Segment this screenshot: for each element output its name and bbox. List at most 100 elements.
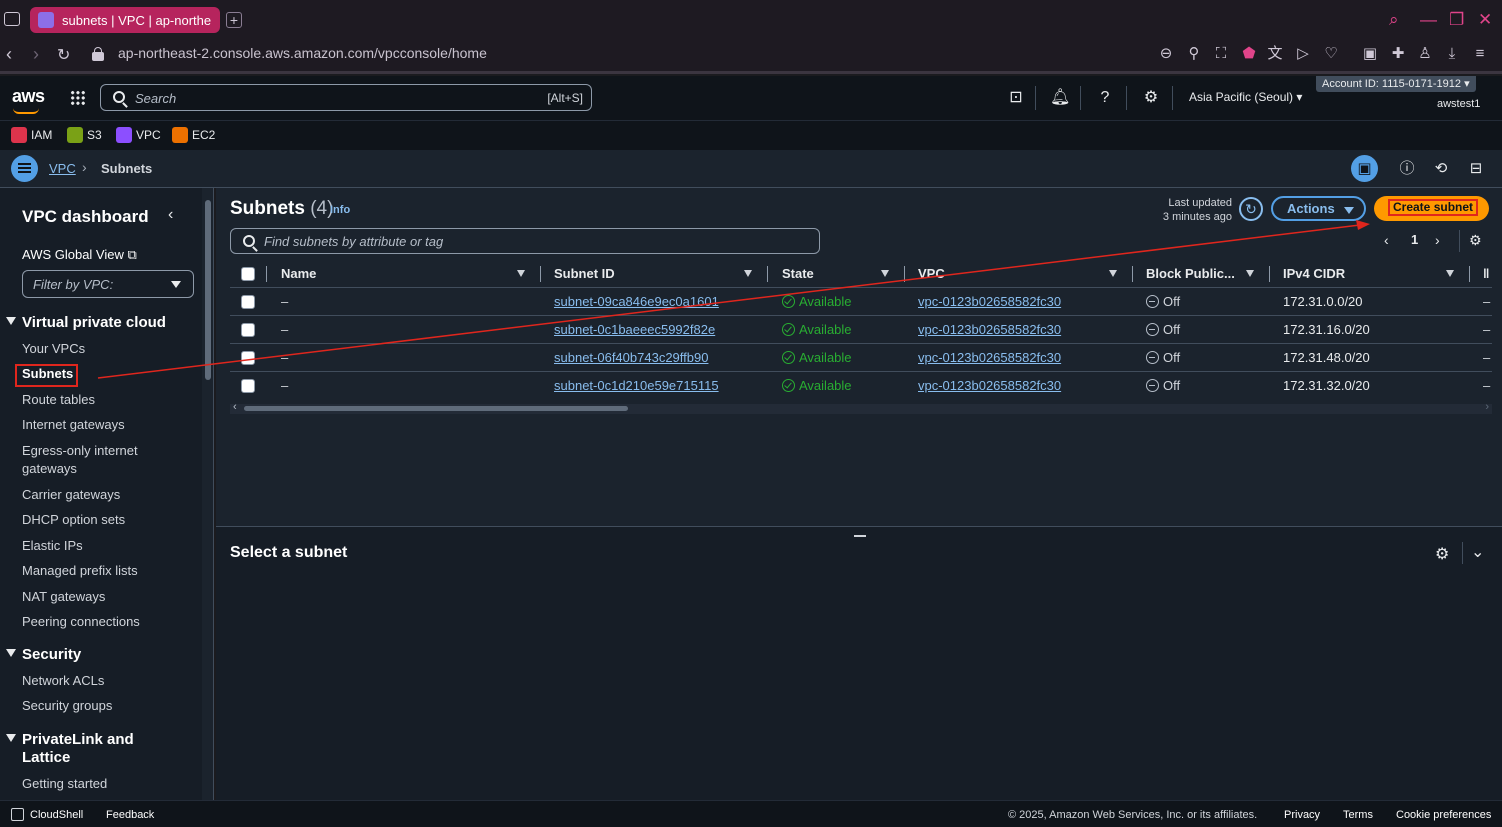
favorite-icon[interactable]: ♡: [1322, 45, 1340, 63]
feedback-link[interactable]: Feedback: [106, 809, 154, 821]
section-virtual-private-cloud[interactable]: Virtual private cloud: [6, 314, 166, 332]
forward-icon[interactable]: ›: [33, 44, 39, 65]
table-row[interactable]: – subnet-0c1d210e59e715115 Available vpc…: [230, 372, 1492, 400]
recent-icon[interactable]: ⟲: [1430, 158, 1452, 180]
reload-icon[interactable]: ↻: [57, 45, 70, 65]
scroll-left-icon[interactable]: ‹: [233, 401, 237, 413]
translate-icon[interactable]: 文: [1266, 45, 1284, 63]
sidebar-item-egress-only-gateways[interactable]: Egress-only internet gateways: [22, 442, 192, 478]
privacy-link[interactable]: Privacy: [1284, 809, 1320, 821]
notion-icon[interactable]: ▣: [1361, 45, 1379, 63]
breadcrumb-vpc-link[interactable]: VPC: [49, 161, 76, 176]
pocket-icon[interactable]: ⬟: [1240, 45, 1258, 63]
sidebar-item-internet-gateways[interactable]: Internet gateways: [22, 416, 192, 434]
cell-vpc-link[interactable]: vpc-0123b02658582fc30: [918, 350, 1061, 365]
cell-subnet-id-link[interactable]: subnet-06f40b743c29ffb90: [554, 350, 708, 365]
tab-actions-icon[interactable]: [4, 12, 20, 26]
notifications-icon[interactable]: 🔔︎: [1050, 88, 1070, 108]
restore-icon[interactable]: ❐: [1449, 10, 1464, 30]
row-checkbox[interactable]: [241, 379, 255, 393]
sort-icon[interactable]: [517, 270, 525, 277]
download-icon[interactable]: ⤓: [1443, 45, 1461, 63]
services-grid-icon[interactable]: [70, 90, 86, 106]
zoom-icon[interactable]: ⊖: [1157, 45, 1175, 63]
sort-icon[interactable]: [1246, 270, 1254, 277]
row-checkbox[interactable]: [241, 295, 255, 309]
minimize-icon[interactable]: —: [1420, 10, 1437, 30]
browser-search-icon[interactable]: ⌕: [1389, 10, 1399, 30]
sidebar-item-dhcp-option-sets[interactable]: DHCP option sets: [22, 511, 192, 529]
refresh-button[interactable]: ↻: [1239, 197, 1263, 221]
table-row[interactable]: – subnet-0c1baeeec5992f82e Available vpc…: [230, 316, 1492, 344]
user-menu[interactable]: awstest1: [1437, 98, 1480, 110]
sidebar-item-getting-started[interactable]: Getting started: [22, 775, 192, 793]
close-window-icon[interactable]: ✕: [1478, 10, 1492, 30]
column-divider[interactable]: [767, 266, 768, 282]
help-icon[interactable]: ?: [1095, 88, 1115, 108]
navigation-menu-icon[interactable]: [11, 155, 38, 182]
play-icon[interactable]: ▷: [1294, 45, 1312, 63]
sort-icon[interactable]: [1446, 270, 1454, 277]
info-link[interactable]: Info: [330, 204, 350, 216]
previous-page-icon[interactable]: ‹: [1384, 232, 1389, 248]
sidebar-item-carrier-gateways[interactable]: Carrier gateways: [22, 486, 192, 504]
cell-subnet-id-link[interactable]: subnet-0c1baeeec5992f82e: [554, 322, 715, 337]
table-row[interactable]: – subnet-09ca846e9ec0a1601 Available vpc…: [230, 288, 1492, 316]
cloudshell-link[interactable]: CloudShell: [30, 809, 83, 821]
scrollbar-thumb[interactable]: [205, 200, 211, 380]
column-divider[interactable]: [1269, 266, 1270, 282]
cell-vpc-link[interactable]: vpc-0123b02658582fc30: [918, 378, 1061, 393]
sidebar-title[interactable]: VPC dashboard: [22, 207, 149, 227]
cell-subnet-id-link[interactable]: subnet-0c1d210e59e715115: [554, 378, 719, 393]
split-panel-resize-handle[interactable]: [854, 535, 866, 537]
new-tab-button[interactable]: +: [226, 12, 242, 28]
extensions-icon[interactable]: ✚: [1389, 45, 1407, 63]
feedback-panel-icon[interactable]: ⊟: [1465, 158, 1487, 180]
column-divider[interactable]: [1132, 266, 1133, 282]
pin-icon[interactable]: ⚲: [1185, 45, 1203, 63]
column-header-ipv4-cidr[interactable]: IPv4 CIDR: [1283, 266, 1345, 281]
column-divider[interactable]: [904, 266, 905, 282]
filter-by-vpc-select[interactable]: Filter by VPC:: [22, 270, 194, 298]
page-number[interactable]: 1: [1411, 232, 1418, 247]
sort-icon[interactable]: [1109, 270, 1117, 277]
table-row[interactable]: – subnet-06f40b743c29ffb90 Available vpc…: [230, 344, 1492, 372]
details-settings-icon[interactable]: ⚙: [1435, 544, 1449, 564]
scroll-right-icon[interactable]: ›: [1485, 401, 1489, 413]
terms-link[interactable]: Terms: [1343, 809, 1373, 821]
favorite-s3[interactable]: S3: [67, 127, 102, 143]
section-privatelink-lattice[interactable]: PrivateLink and Lattice: [6, 731, 134, 767]
cell-vpc-link[interactable]: vpc-0123b02658582fc30: [918, 294, 1061, 309]
browser-menu-icon[interactable]: ≡: [1471, 45, 1489, 63]
screenshot-icon[interactable]: ⛶: [1212, 45, 1230, 63]
settings-gear-icon[interactable]: ⚙: [1141, 88, 1161, 108]
create-subnet-button[interactable]: Create subnet: [1374, 196, 1489, 221]
sidebar-item-elastic-ips[interactable]: Elastic IPs: [22, 537, 192, 555]
sort-icon[interactable]: [881, 270, 889, 277]
find-subnets-input[interactable]: Find subnets by attribute or tag: [230, 228, 820, 254]
more-columns-icon[interactable]: ǁ: [1483, 266, 1489, 281]
aws-logo[interactable]: aws: [12, 86, 45, 114]
cloudshell-icon[interactable]: ⊡: [1006, 88, 1026, 108]
collapse-sidebar-icon[interactable]: ‹: [168, 206, 173, 224]
sidebar-item-global-view[interactable]: AWS Global View ⧉: [22, 246, 192, 264]
column-header-name[interactable]: Name: [281, 266, 316, 281]
url-field[interactable]: ap-northeast-2.console.aws.amazon.com/vp…: [118, 45, 487, 61]
sidebar-item-nat-gateways[interactable]: NAT gateways: [22, 588, 192, 606]
account-id-badge[interactable]: Account ID: 1115-0171-1912 ▾: [1316, 76, 1476, 92]
sidebar-item-peering-connections[interactable]: Peering connections: [22, 613, 192, 631]
sidebar-item-your-vpcs[interactable]: Your VPCs: [22, 340, 192, 358]
column-header-vpc[interactable]: VPC: [918, 266, 945, 281]
back-icon[interactable]: ‹: [6, 44, 12, 65]
column-header-block-public[interactable]: Block Public...: [1146, 266, 1235, 281]
console-search-input[interactable]: Search [Alt+S]: [100, 84, 592, 111]
column-divider[interactable]: [1469, 266, 1470, 282]
sidebar-item-security-groups[interactable]: Security groups: [22, 697, 192, 715]
browser-tab[interactable]: subnets | VPC | ap-northe: [30, 7, 220, 33]
split-panel-icon[interactable]: ▣: [1351, 155, 1378, 182]
sort-icon[interactable]: [744, 270, 752, 277]
column-divider[interactable]: [540, 266, 541, 282]
section-security[interactable]: Security: [6, 646, 81, 664]
column-header-subnet-id[interactable]: Subnet ID: [554, 266, 615, 281]
actions-button[interactable]: Actions: [1271, 196, 1366, 221]
